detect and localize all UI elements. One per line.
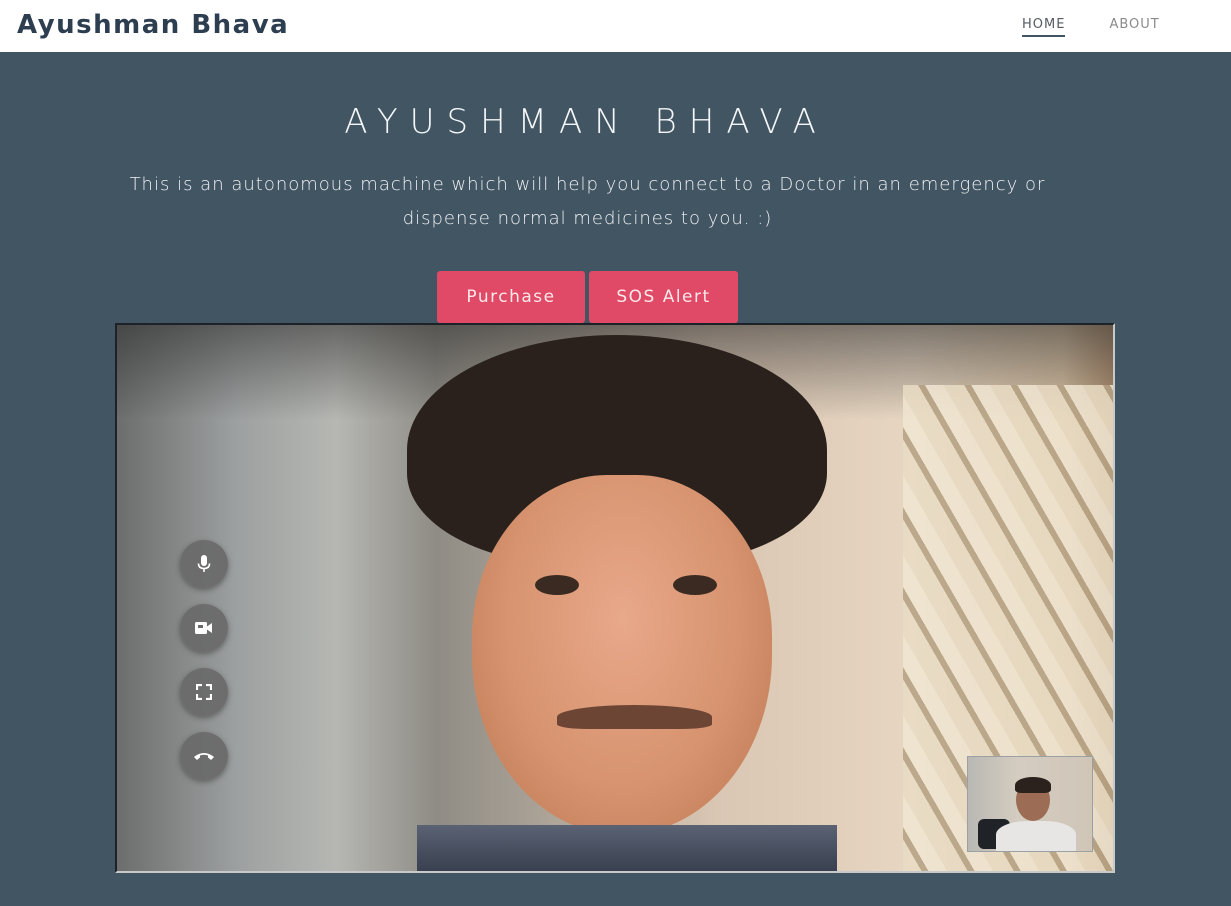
remote-video — [115, 323, 1115, 873]
local-video-person-hair — [1015, 777, 1051, 793]
remote-video-person-eye — [673, 575, 717, 595]
nav-link-home[interactable]: HOME — [1022, 17, 1066, 37]
toggle-camera-button[interactable] — [180, 604, 228, 652]
remote-video-person-mustache — [557, 705, 712, 729]
hero-description: This is an autonomous machine which will… — [129, 174, 1046, 229]
local-video-person-body — [996, 821, 1076, 851]
remote-video-person-shirt — [417, 825, 837, 871]
nav-link-about[interactable]: ABOUT — [1109, 17, 1159, 37]
hero-title: AYUSHMAN BHAVA — [344, 102, 828, 142]
fullscreen-button[interactable] — [180, 668, 228, 716]
hang-up-icon — [193, 751, 215, 761]
local-video-preview — [967, 756, 1093, 852]
microphone-icon — [197, 555, 211, 573]
mute-microphone-button[interactable] — [180, 540, 228, 588]
fullscreen-icon — [196, 684, 212, 700]
remote-video-person-eye — [535, 575, 579, 595]
nav-links: HOME ABOUT — [1022, 17, 1160, 37]
brand-logo-link[interactable]: Ayushman Bhava — [17, 8, 289, 42]
navbar: Ayushman Bhava HOME ABOUT — [0, 0, 1231, 52]
sos-alert-button[interactable]: SOS Alert — [589, 271, 738, 323]
video-camera-icon — [195, 621, 213, 635]
remote-video-person-face — [472, 475, 772, 835]
call-controls — [180, 540, 228, 780]
purchase-button[interactable]: Purchase — [437, 271, 585, 323]
hang-up-button[interactable] — [180, 732, 228, 780]
